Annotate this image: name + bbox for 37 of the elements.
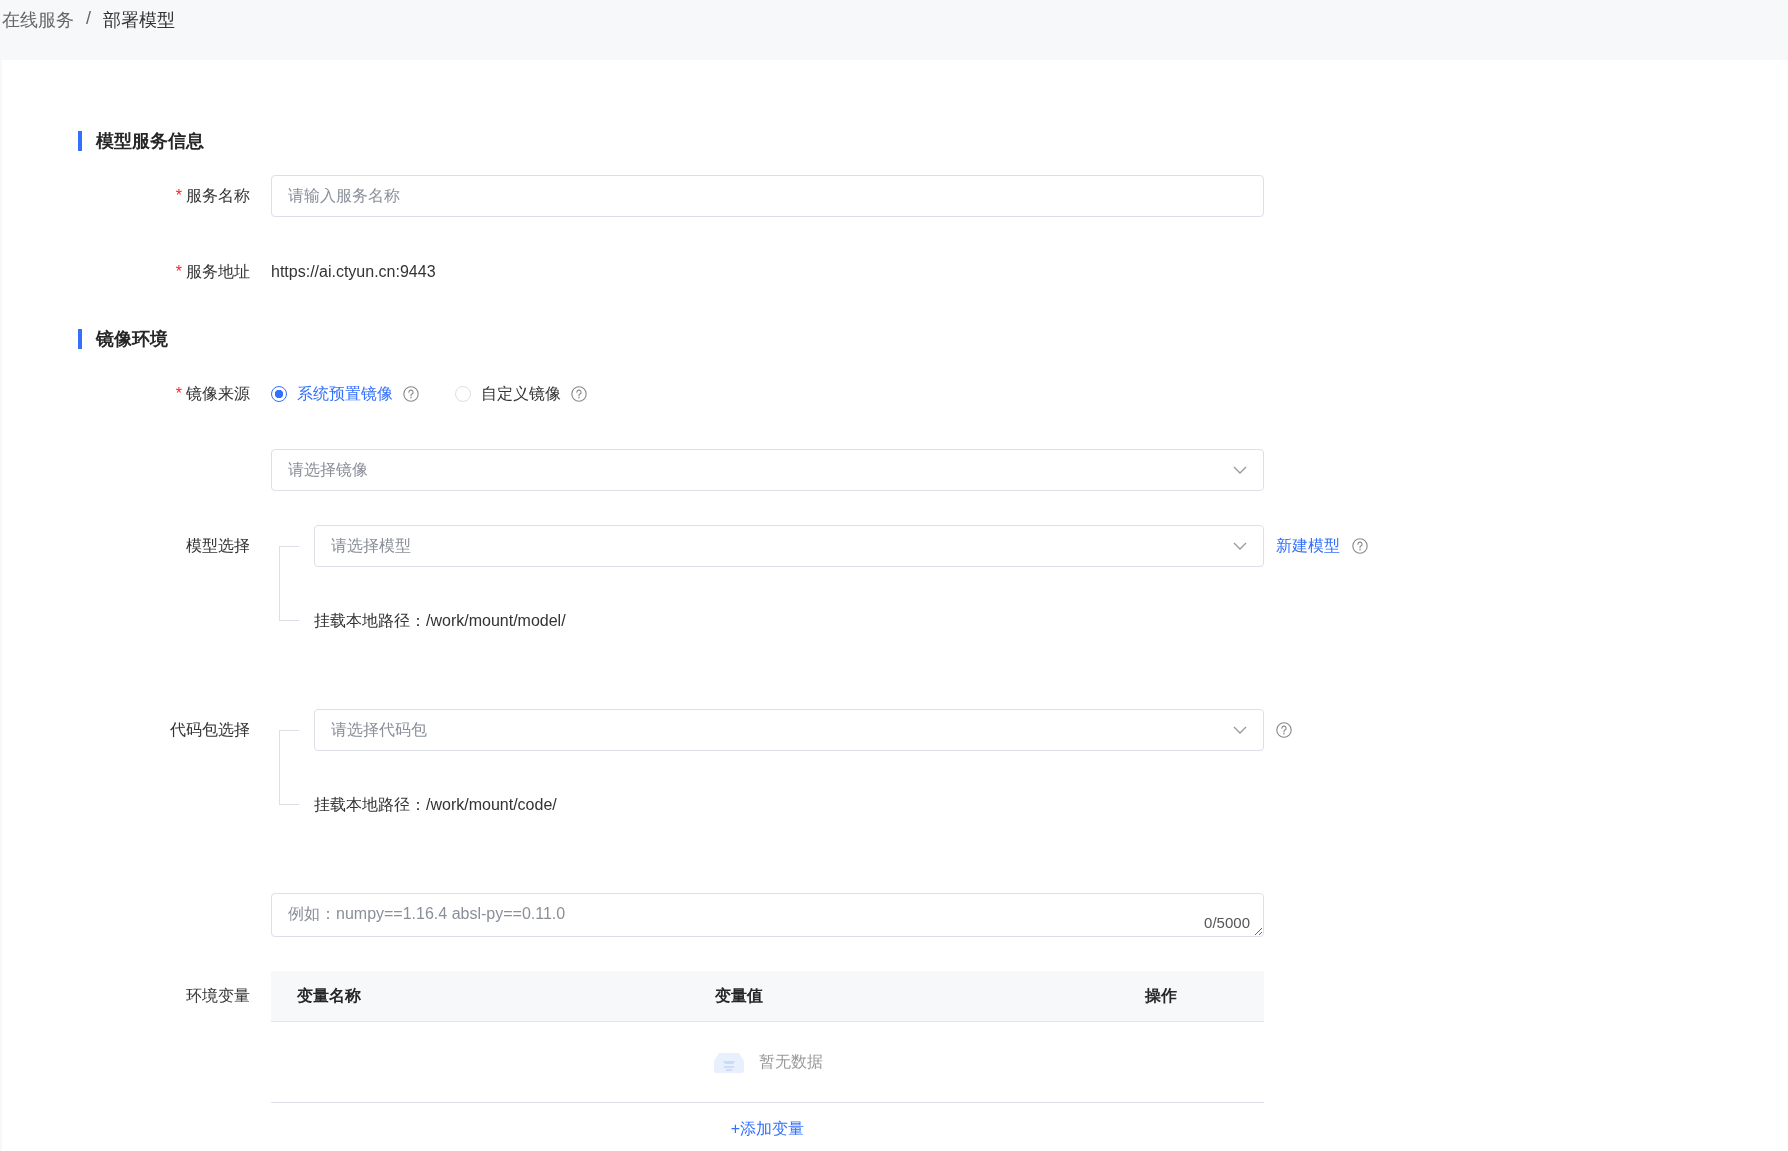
radio-option[interactable]: 自定义镜像 xyxy=(455,383,561,405)
input-field[interactable]: 请输入服务名称 xyxy=(271,175,1264,217)
section-marker xyxy=(78,131,82,151)
radio-option[interactable]: 系统预置镜像 xyxy=(271,383,393,405)
select-field[interactable]: 请选择镜像 xyxy=(271,449,1264,491)
add-variable-link[interactable]: +添加变量 xyxy=(730,1119,805,1140)
empty-state-text: 暂无数据 xyxy=(758,1051,823,1072)
field-label: 服务地址 xyxy=(186,261,250,282)
chevron-down-icon xyxy=(1233,726,1247,734)
chevron-down-icon xyxy=(1233,466,1247,474)
new-model-link[interactable]: 新建模型 xyxy=(1276,535,1340,557)
empty-tray-icon xyxy=(712,1051,745,1073)
breadcrumb-separator: / xyxy=(86,8,91,29)
select-field[interactable]: 请选择代码包 xyxy=(314,709,1264,751)
column-header: 操作 xyxy=(1143,985,1178,1006)
required-mark: * xyxy=(175,187,182,205)
required-mark: * xyxy=(175,385,182,403)
select-field[interactable]: 请选择模型 xyxy=(314,525,1264,567)
required-mark: * xyxy=(175,263,182,281)
section-title: 镜像环境 xyxy=(96,328,168,351)
field-label: 镜像来源 xyxy=(186,383,250,404)
breadcrumb-current-page: 部署模型 xyxy=(103,9,175,32)
radio-circle[interactable] xyxy=(271,386,287,402)
field-label: 代码包选择 xyxy=(170,719,250,740)
section-title: 模型服务信息 xyxy=(96,130,204,153)
mount-path-text: 挂载本地路径：/work/mount/code/ xyxy=(314,794,558,815)
field-label: 模型选择 xyxy=(186,535,250,556)
field-label: 服务名称 xyxy=(186,185,250,206)
section-marker xyxy=(78,329,82,349)
mount-path-text: 挂载本地路径：/work/mount/model/ xyxy=(314,610,567,631)
column-header: 变量值 xyxy=(714,985,764,1006)
column-header: 变量名称 xyxy=(296,985,362,1006)
field-value: https://ai.ctyun.cn:9443 xyxy=(271,262,437,282)
field-label: 环境变量 xyxy=(186,985,250,1006)
breadcrumb-item[interactable]: 在线服务 xyxy=(2,8,74,32)
chevron-down-icon xyxy=(1233,542,1247,550)
character-counter: 0/5000 xyxy=(1204,914,1250,931)
